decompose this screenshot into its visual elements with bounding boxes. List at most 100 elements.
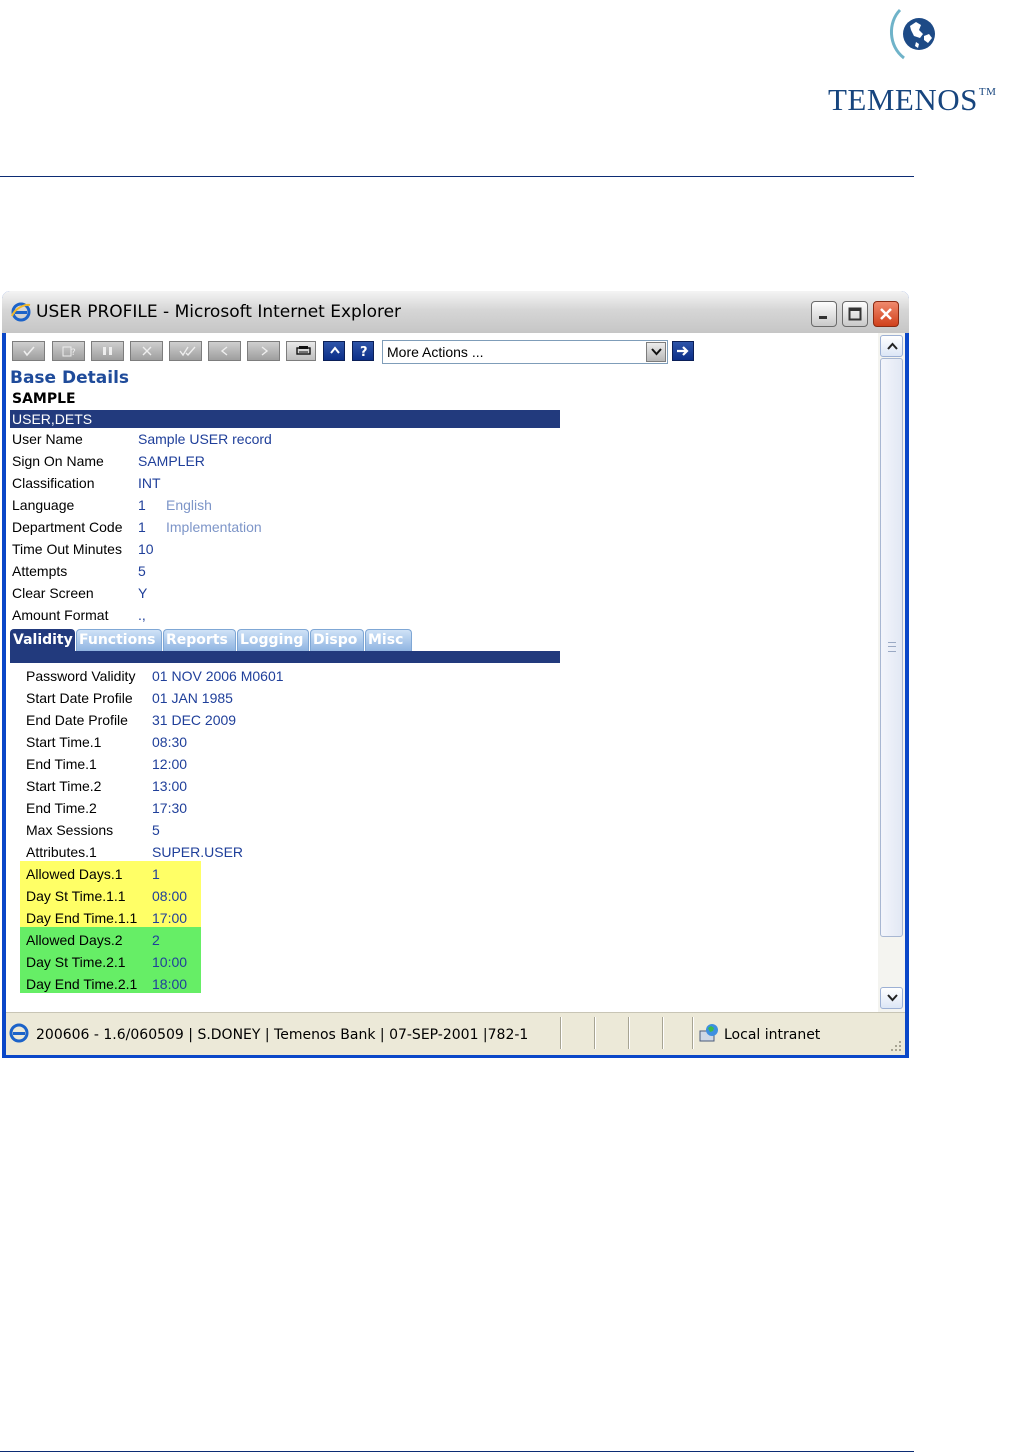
commit-button[interactable] bbox=[12, 341, 45, 361]
title-bar[interactable]: USER PROFILE - Microsoft Internet Explor… bbox=[2, 291, 909, 333]
validity-field-label: Day St Time.2.1 bbox=[26, 954, 126, 970]
scroll-down-button[interactable] bbox=[880, 987, 903, 1009]
local-intranet-icon bbox=[699, 1024, 718, 1042]
tab-validity[interactable]: Validity bbox=[10, 629, 75, 651]
commit-icon bbox=[23, 346, 35, 357]
maximize-button[interactable] bbox=[842, 301, 868, 327]
field-value[interactable]: 1 bbox=[138, 519, 146, 535]
validity-field-label: Allowed Days.2 bbox=[26, 932, 123, 948]
validity-field-label: Day End Time.1.1 bbox=[26, 910, 138, 926]
validity-field-value[interactable]: 13:00 bbox=[152, 778, 187, 794]
field-value[interactable]: INT bbox=[138, 475, 161, 491]
validity-field-value[interactable]: 10:00 bbox=[152, 954, 187, 970]
internet-explorer-icon bbox=[11, 302, 31, 322]
tab-dispo[interactable]: Dispo bbox=[310, 629, 364, 651]
validity-field-value[interactable]: 01 NOV 2006 M0601 bbox=[152, 668, 284, 684]
field-value[interactable]: Y bbox=[138, 585, 147, 601]
field-value[interactable]: 1 bbox=[138, 497, 146, 513]
minimize-button[interactable] bbox=[811, 301, 837, 327]
previous-button[interactable] bbox=[208, 341, 241, 361]
field-enrichment: English bbox=[166, 497, 212, 513]
window-title: USER PROFILE - Microsoft Internet Explor… bbox=[36, 302, 402, 322]
validate-button[interactable]: ? bbox=[52, 341, 85, 361]
print-icon bbox=[296, 346, 311, 355]
validity-field-value[interactable]: SUPER.USER bbox=[152, 844, 243, 860]
view-up-button[interactable] bbox=[323, 341, 345, 361]
status-separator bbox=[594, 1017, 596, 1049]
next-button[interactable] bbox=[247, 341, 280, 361]
validity-field-value[interactable]: 5 bbox=[152, 822, 160, 838]
tab-logging[interactable]: Logging bbox=[237, 629, 309, 651]
validity-field-label: Day St Time.1.1 bbox=[26, 888, 126, 904]
svg-text:?: ? bbox=[360, 345, 368, 359]
trademark: TM bbox=[978, 86, 997, 98]
dropdown-button[interactable] bbox=[646, 342, 666, 362]
validity-field-label: Start Time.1 bbox=[26, 734, 102, 750]
go-button[interactable] bbox=[672, 341, 694, 361]
validity-field-value[interactable]: 08:00 bbox=[152, 888, 187, 904]
validity-field-value[interactable]: 01 JAN 1985 bbox=[152, 690, 233, 706]
field-value[interactable]: ., bbox=[138, 607, 146, 623]
close-button[interactable] bbox=[873, 301, 899, 327]
tab-functions[interactable]: Functions bbox=[76, 629, 162, 651]
scroll-down-icon bbox=[887, 994, 898, 1002]
scroll-up-button[interactable] bbox=[880, 335, 903, 357]
validity-field-value[interactable]: 31 DEC 2009 bbox=[152, 712, 236, 728]
validity-field-label: Max Sessions bbox=[26, 822, 114, 838]
print-button[interactable] bbox=[286, 341, 316, 361]
application-name: USER,DETS bbox=[12, 411, 93, 427]
validity-field-value[interactable]: 1 bbox=[152, 866, 160, 882]
vertical-scrollbar[interactable] bbox=[878, 333, 905, 1012]
authorise-button[interactable] bbox=[169, 341, 202, 361]
field-value[interactable]: 5 bbox=[138, 563, 146, 579]
validity-field-value[interactable]: 2 bbox=[152, 932, 160, 948]
field-label: Attempts bbox=[12, 563, 68, 579]
validity-field-label: End Time.1 bbox=[26, 756, 97, 772]
tab-band bbox=[10, 651, 560, 663]
svg-text:?: ? bbox=[71, 348, 76, 357]
status-bar: 200606 - 1.6/060509 | S.DONEY | Temenos … bbox=[6, 1012, 905, 1055]
authorise-icon bbox=[179, 346, 196, 357]
more-actions-dropdown[interactable]: More Actions ... bbox=[382, 340, 668, 364]
validity-field-label: Start Date Profile bbox=[26, 690, 133, 706]
tab-misc[interactable]: Misc bbox=[365, 629, 412, 651]
delete-button[interactable] bbox=[130, 341, 163, 361]
validity-field-value[interactable]: 12:00 bbox=[152, 756, 187, 772]
page-content: ? ? More Actions ... Base Details SAMPLE… bbox=[6, 333, 905, 1012]
header-rule bbox=[0, 176, 914, 177]
chevron-up-icon bbox=[330, 346, 340, 354]
field-label: Classification bbox=[12, 475, 95, 491]
field-value[interactable]: Sample USER record bbox=[138, 431, 272, 447]
more-actions-value: More Actions ... bbox=[387, 344, 484, 360]
field-label: Department Code bbox=[12, 519, 123, 535]
footer-rule bbox=[0, 1451, 914, 1452]
status-separator bbox=[560, 1017, 562, 1049]
validity-field-value[interactable]: 18:00 bbox=[152, 976, 187, 992]
scroll-up-icon bbox=[887, 342, 898, 350]
page-title: Base Details bbox=[10, 368, 130, 388]
tab-reports[interactable]: Reports bbox=[163, 629, 236, 651]
validity-field-value[interactable]: 17:30 bbox=[152, 800, 187, 816]
field-label: Sign On Name bbox=[12, 453, 104, 469]
minimize-icon bbox=[819, 316, 827, 319]
temenos-logo: TEMENOSTM bbox=[828, 0, 1008, 120]
security-zone: Local intranet bbox=[724, 1027, 821, 1043]
record-id: SAMPLE bbox=[12, 391, 76, 407]
field-label: Language bbox=[12, 497, 75, 513]
validity-field-value[interactable]: 08:30 bbox=[152, 734, 187, 750]
hold-icon bbox=[103, 347, 112, 355]
validity-field-value[interactable]: 17:00 bbox=[152, 910, 187, 926]
delete-icon bbox=[142, 346, 152, 356]
resize-grip-icon[interactable] bbox=[890, 1040, 902, 1052]
field-value[interactable]: SAMPLER bbox=[138, 453, 205, 469]
hold-button[interactable] bbox=[91, 341, 124, 361]
previous-icon bbox=[220, 346, 228, 356]
help-button[interactable]: ? bbox=[352, 341, 374, 361]
validity-field-label: Day End Time.2.1 bbox=[26, 976, 138, 992]
field-label: Time Out Minutes bbox=[12, 541, 122, 557]
close-icon bbox=[880, 308, 892, 320]
field-value[interactable]: 10 bbox=[138, 541, 154, 557]
page-icon bbox=[9, 1023, 29, 1043]
scroll-thumb[interactable] bbox=[880, 358, 903, 937]
brand-name: TEMENOS bbox=[828, 82, 978, 117]
